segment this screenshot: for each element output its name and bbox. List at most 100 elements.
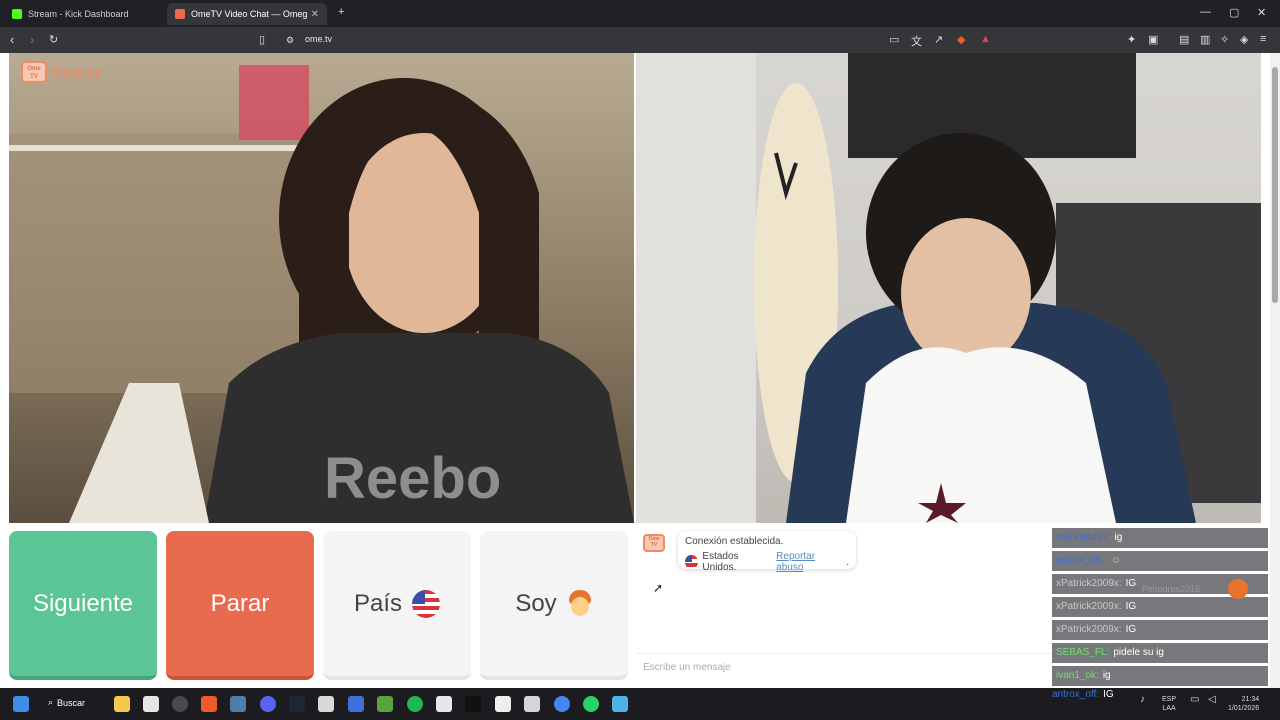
app-icon[interactable]	[348, 696, 364, 712]
side-panel-icon[interactable]: ▤	[1179, 33, 1189, 46]
close-tab-icon[interactable]: ✕	[311, 9, 319, 20]
self-camera-scene: Reebo	[9, 65, 634, 523]
tab-ometv[interactable]: OmeTV Video Chat — Omeg ✕	[167, 3, 327, 25]
translate-icon[interactable]: 文	[911, 33, 922, 49]
language-indicator[interactable]: ESP LAA	[1162, 695, 1176, 713]
chrome-icon[interactable]	[554, 696, 570, 712]
maximize-icon[interactable]: ▢	[1229, 6, 1239, 19]
gender-button[interactable]: Soy	[480, 531, 628, 680]
kick-icon	[12, 9, 22, 19]
tab-kick-dashboard[interactable]: Stream - Kick Dashboard	[4, 3, 164, 25]
steam-icon[interactable]	[289, 696, 305, 712]
minimize-icon[interactable]: —	[1200, 6, 1211, 18]
window-app-icon[interactable]	[230, 696, 246, 712]
file-explorer-icon[interactable]	[114, 696, 130, 712]
chat-text: IG	[1125, 624, 1137, 635]
page-scrollbar[interactable]	[1270, 53, 1280, 688]
time: 21:34	[1241, 696, 1260, 703]
tab-label: OmeTV Video Chat — Omeg	[191, 9, 308, 19]
report-abuse-link[interactable]: Reportar abuso	[776, 551, 842, 573]
svg-text:Reebo: Reebo	[324, 446, 501, 511]
app-icon[interactable]	[524, 696, 540, 712]
chat-username: xPatrick2009x:	[1056, 578, 1122, 589]
start-icon[interactable]	[13, 696, 29, 712]
country-text: Estados Unidos.	[702, 551, 739, 573]
scrollbar-thumb[interactable]	[1272, 67, 1278, 303]
store-icon[interactable]	[143, 696, 159, 712]
chat-text: ig	[1102, 670, 1111, 681]
ghost-avatar	[1228, 579, 1248, 599]
bookmark-icon[interactable]: ▯	[259, 33, 265, 46]
connection-status: Conexión establecida.	[685, 536, 784, 547]
next-button[interactable]: Siguiente	[9, 531, 157, 680]
microphone-icon[interactable]: ♪	[1140, 695, 1145, 705]
stream-chat-message: crackpod51: ig	[1052, 528, 1268, 548]
country-label: País	[353, 589, 403, 617]
us-flag-icon	[412, 589, 441, 618]
chat-text: IG	[1103, 689, 1114, 700]
next-label: Siguiente	[32, 589, 134, 617]
lang-top: ESP	[1162, 696, 1177, 703]
connection-message: Conexión establecida. Estados Unidos. Re…	[678, 531, 856, 573]
stream-chat-message: SEBAS_FL: pidele su ig	[1052, 643, 1268, 663]
brave-icon[interactable]	[201, 696, 217, 712]
leo-ai-icon[interactable]: ✧	[1220, 33, 1229, 46]
ometv-icon	[175, 9, 185, 19]
lang-bottom: LAA	[1162, 705, 1176, 712]
stream-chat-message: antrox_off: ☺	[1052, 551, 1268, 571]
new-tab-icon[interactable]: +	[338, 6, 344, 18]
search-icon: ⌕	[48, 697, 54, 707]
spotify-icon[interactable]	[407, 696, 423, 712]
taskbar-search[interactable]: ⌕ Buscar	[48, 697, 85, 708]
cast-icon[interactable]: ▭	[889, 33, 899, 46]
country-button[interactable]: País	[323, 531, 471, 680]
self-camera-video: Ome TV Ome.tv Reebo	[9, 53, 634, 523]
menu-icon[interactable]: ≡	[1260, 33, 1266, 45]
address-bar: ‹ › ↻ ▯ ⚙ ome.tv ▭ 文 ↗ ◆ ▲ ✦ ▣ ▤ ▥ ✧ ◈ ≡	[0, 27, 1280, 53]
network-icon[interactable]: ▭	[1190, 695, 1199, 705]
sidebar-toggle-icon[interactable]: ▣	[1148, 33, 1158, 46]
chat-ometv-logo: Ome TV	[643, 534, 665, 552]
clock[interactable]: 21:34 1/01/2026	[1228, 695, 1259, 713]
site-info-icon[interactable]: ⚙	[286, 35, 294, 46]
emote-icon: ☺	[1111, 555, 1122, 566]
boy-emoji-icon	[567, 589, 593, 618]
soy-label: Soy	[515, 589, 557, 617]
stop-label: Parar	[210, 589, 270, 617]
app-icon[interactable]	[436, 696, 452, 712]
whatsapp-icon[interactable]	[583, 696, 599, 712]
url-field[interactable]: ome.tv	[305, 34, 332, 44]
chat-username: SEBAS_FL:	[1056, 647, 1110, 658]
app-icon[interactable]	[318, 696, 334, 712]
back-icon[interactable]: ‹	[10, 32, 14, 47]
date: 1/01/2026	[1228, 705, 1260, 712]
share-icon[interactable]: ↗	[934, 33, 943, 46]
chat-text: pidele su ig	[1113, 647, 1164, 658]
forward-icon[interactable]: ›	[30, 32, 34, 47]
app-icon[interactable]	[172, 696, 188, 712]
wallet-icon[interactable]: ▥	[1200, 33, 1210, 46]
minecraft-icon[interactable]	[377, 696, 393, 712]
app-icon[interactable]	[495, 696, 511, 712]
stream-chat-message: xPatrick2009x: IG	[1052, 597, 1268, 617]
stranger-camera-scene	[636, 53, 1261, 523]
brave-shields-icon[interactable]: ◆	[957, 33, 965, 46]
vpn-icon[interactable]: ◈	[1240, 33, 1248, 46]
tiktok-icon[interactable]	[465, 696, 481, 712]
stop-button[interactable]: Parar	[166, 531, 314, 680]
reload-icon[interactable]: ↻	[49, 33, 58, 46]
chat-username: crackpod51:	[1056, 532, 1111, 543]
volume-icon[interactable]: ◁	[1208, 695, 1216, 705]
ghost-username: Pimodres2016	[1142, 584, 1201, 594]
chat-username: antrox_off:	[1052, 689, 1100, 700]
chat-username: xPatrick2009x:	[1056, 624, 1122, 635]
extensions-icon[interactable]: ✦	[1127, 33, 1136, 46]
notepad-icon[interactable]	[612, 696, 628, 712]
discord-icon[interactable]	[260, 696, 276, 712]
brave-rewards-icon[interactable]: ▲	[980, 33, 991, 45]
mouse-cursor-icon: ➚	[653, 581, 664, 595]
search-label: Buscar	[57, 697, 86, 708]
close-window-icon[interactable]: ✕	[1257, 6, 1266, 19]
chat-username: xPatrick2009x:	[1056, 601, 1122, 612]
message-input[interactable]: Escribe un mensaje	[636, 653, 1054, 682]
